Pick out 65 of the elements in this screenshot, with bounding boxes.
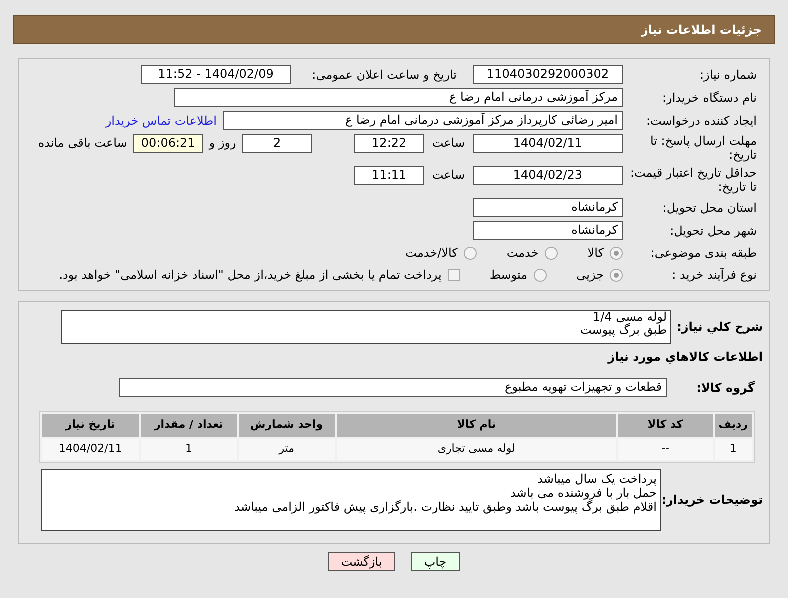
checkbox-label: پرداخت تمام یا بخشی از مبلغ خرید،از محل "اسناد خزانه اسلامی" خواهد بود.	[59, 267, 442, 284]
value-field: 1104030292000302	[473, 65, 623, 84]
back-button[interactable]: بازگشت	[328, 552, 396, 571]
radio-label: جزیی	[576, 267, 604, 284]
radio-label: متوسط	[490, 267, 528, 284]
text-line: طبق برگ پیوست	[579, 324, 667, 337]
table-cell: 1	[141, 439, 237, 460]
notes-textarea[interactable]: پرداخت یک سال میباشد حمل بار با فروشنده می باشد اقلام طبق برگ پیوست باشد وطبق تایید نظارت .بارگزاری پیش فاکتور الزامی میباشد	[41, 469, 661, 531]
value-field: 2	[242, 134, 312, 153]
section-title: اطلاعات کالاهاي مورد نياز	[606, 349, 763, 366]
field-label: ایجاد کننده درخواست:	[645, 114, 757, 128]
column-header: تاریخ نیاز	[42, 414, 140, 437]
checkbox[interactable]	[448, 269, 460, 281]
value-field: 1404/02/11	[473, 134, 623, 153]
table-cell: 1	[714, 439, 752, 460]
value-field: 12:22	[354, 134, 424, 153]
value-field: مرکز آموزشی درمانی امام رضا ع	[174, 88, 623, 107]
radio-button[interactable]	[544, 246, 558, 260]
table-cell: --	[618, 439, 713, 460]
print-button[interactable]: چاپ	[411, 552, 460, 571]
text-line: حمل بار با فروشنده می باشد	[510, 486, 657, 500]
field-label: نام دستگاه خریدار:	[662, 90, 757, 104]
table-cell: 1404/02/11	[42, 439, 140, 460]
column-header: تعداد / مقدار	[141, 414, 237, 437]
value-field: کرمانشاه	[473, 221, 623, 240]
text-line: پرداخت یک سال میباشد	[536, 472, 657, 486]
field-label: ساعت	[432, 167, 465, 184]
column-header: کد کالا	[618, 414, 713, 437]
radio-label: کالا/خدمت	[406, 245, 458, 262]
table-cell: لوله مسی تجاری	[337, 439, 616, 460]
column-header: ردیف	[714, 414, 752, 437]
value-field: 1404/02/09 - 11:52	[141, 65, 291, 84]
field-label: نوع فرآیند خرید :	[671, 268, 757, 282]
radio-button[interactable]	[610, 268, 623, 282]
text-line: اقلام طبق برگ پیوست باشد وطبق تایید نظارت .بارگزاری پیش فاکتور الزامی میباشد	[234, 500, 657, 514]
radio-button[interactable]	[534, 268, 547, 282]
countdown-field: 00:06:21	[133, 134, 204, 153]
field-label: حداقل تاریخ اعتبار قیمت: تا تاریخ:	[629, 166, 757, 194]
page-title: جزئیات اطلاعات نیاز	[641, 22, 762, 38]
table-cell: متر	[238, 439, 335, 460]
text-line: لوله مسی 1/4	[592, 311, 667, 324]
value-field: قطعات و تجهیزات تهویه مطبوع	[119, 378, 667, 397]
column-header: واحد شمارش	[238, 414, 335, 437]
field-label: ساعت	[432, 135, 465, 152]
value-field: 11:11	[354, 166, 424, 185]
summary-textarea[interactable]: لوله مسی 1/4 طبق برگ پیوست	[61, 310, 671, 344]
value-field: امیر رضائی کارپرداز مرکز آموزشی درمانی امام رضا ع	[223, 111, 623, 130]
field-label: شهر محل تحویل:	[669, 224, 757, 238]
field-label: استان محل تحویل:	[662, 200, 757, 214]
radio-label: خدمت	[506, 245, 539, 262]
field-label: شرح کلي نياز:	[677, 319, 763, 336]
radio-label: کالا	[588, 245, 604, 262]
field-label: طبقه بندی موضوعی:	[650, 246, 757, 260]
field-label: تاریخ و ساعت اعلان عمومی:	[311, 66, 457, 84]
value-field: کرمانشاه	[473, 198, 623, 217]
column-header: نام کالا	[337, 414, 616, 437]
field-label: شماره نیاز:	[699, 68, 757, 82]
contact-link[interactable]: اطلاعات تماس خریدار	[106, 112, 217, 130]
value-field: 1404/02/23	[473, 166, 623, 185]
field-label: ساعت باقی مانده	[38, 135, 128, 152]
field-label: روز و	[209, 135, 236, 152]
field-label: گروه کالا:	[696, 380, 755, 396]
radio-button[interactable]	[464, 246, 477, 260]
field-label: مهلت ارسال پاسخ: تا تاریخ:	[649, 134, 757, 162]
radio-button[interactable]	[610, 246, 623, 260]
